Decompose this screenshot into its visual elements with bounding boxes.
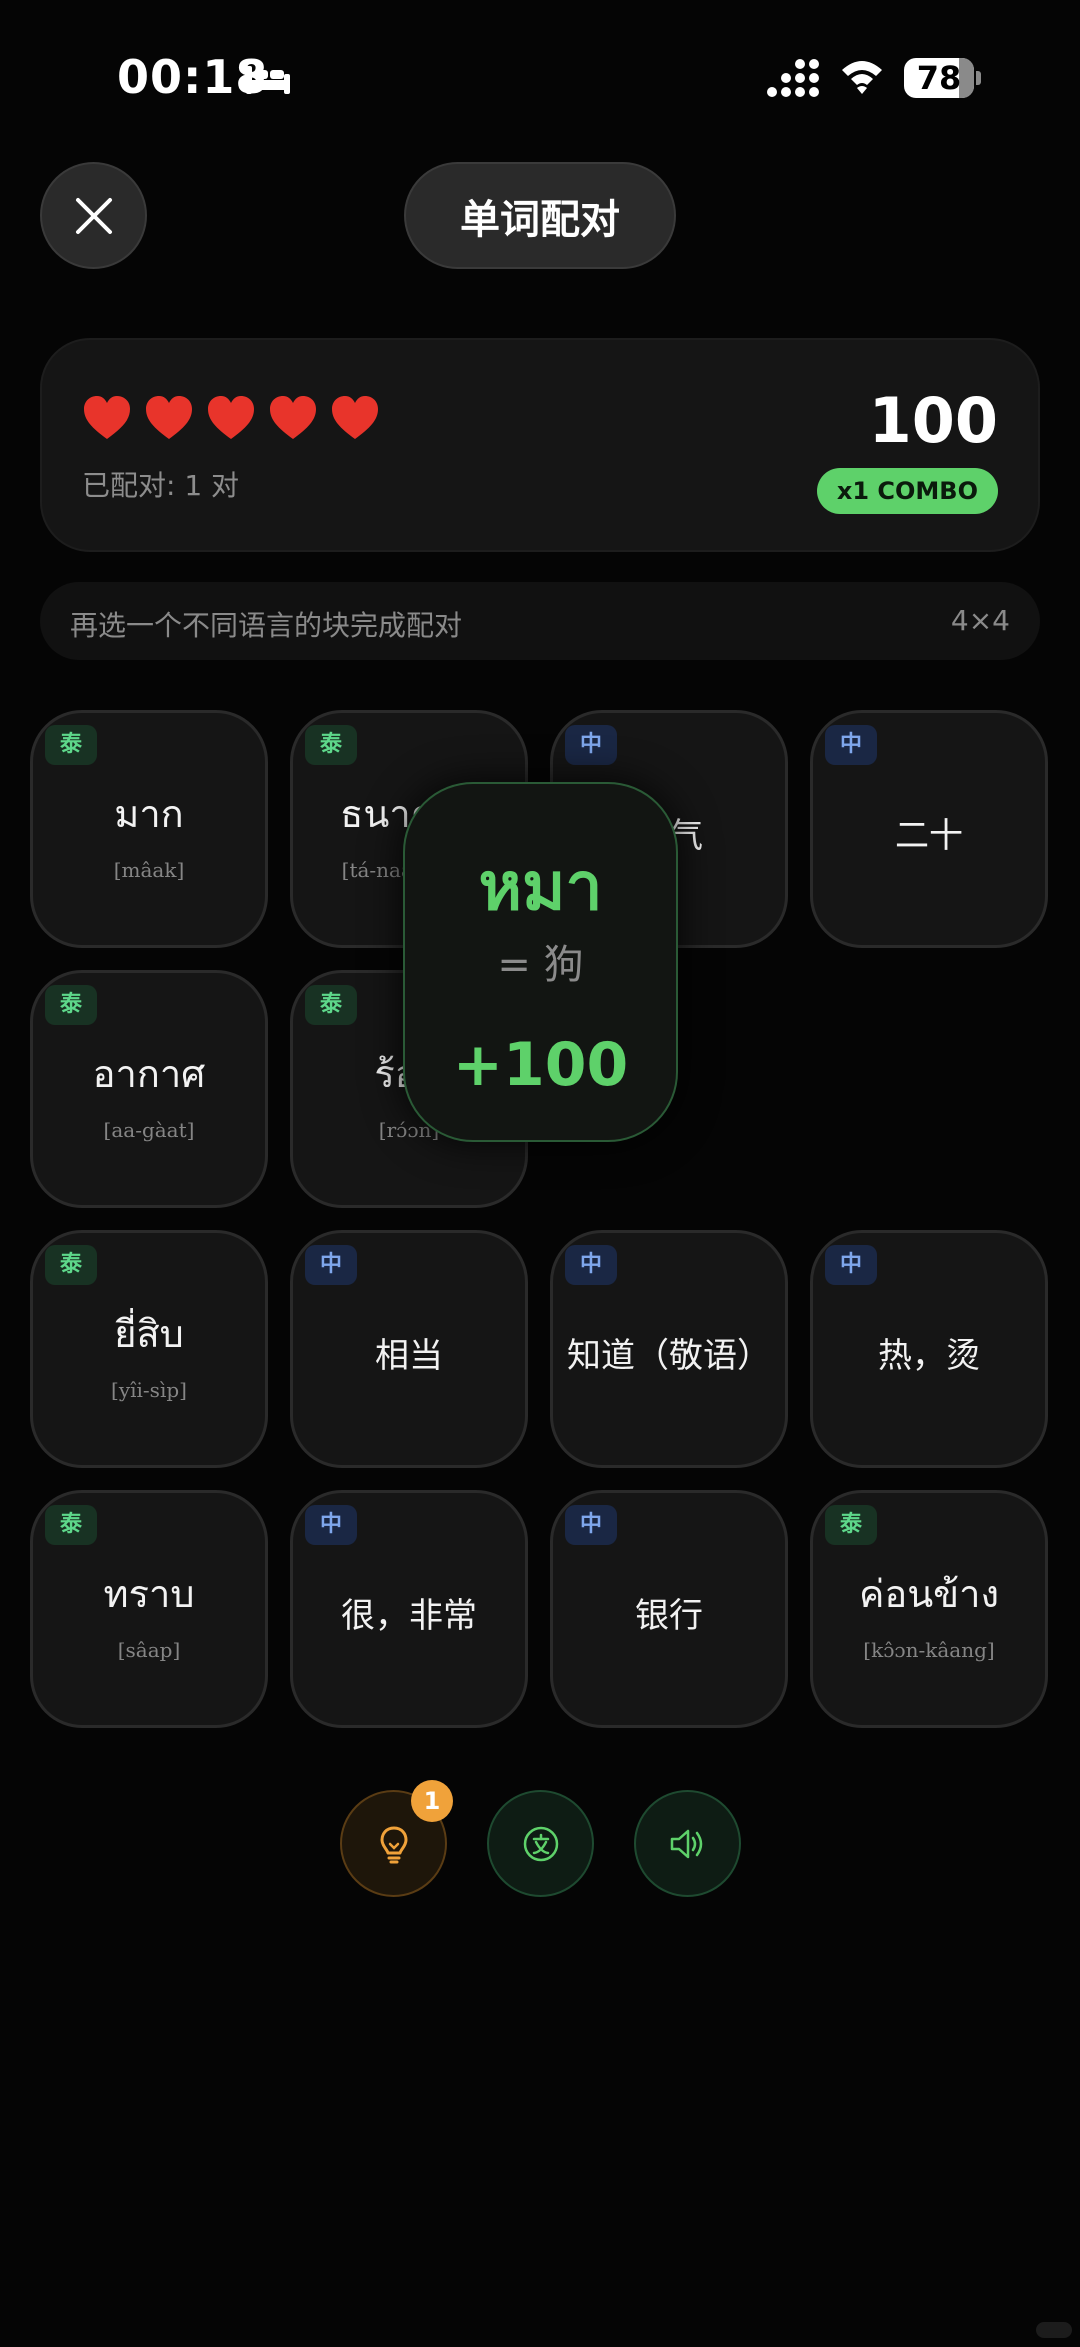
tile-word: 知道（敬语）	[567, 1335, 771, 1376]
bed-icon	[246, 66, 290, 94]
tile-word: 热，烫	[878, 1335, 980, 1376]
word-tile[interactable]: 中 二十	[810, 710, 1048, 948]
matched-word: หมา	[478, 848, 603, 925]
translate-icon	[523, 1826, 558, 1861]
tile-romanization: [sâap]	[117, 1637, 181, 1662]
word-tile[interactable]: 泰 ค่อนข้าง [kɔ̂ɔn-kâang]	[810, 1490, 1048, 1728]
instruction-bar: 再选一个不同语言的块完成配对 4×4	[40, 582, 1040, 660]
word-tile[interactable]: 中 很，非常	[290, 1490, 528, 1728]
lives-hearts	[82, 395, 380, 441]
word-tile[interactable]: 中 知道（敬语）	[550, 1230, 788, 1468]
combo-badge: x1 COMBO	[816, 468, 998, 514]
tile-romanization: [aa-gàat]	[103, 1117, 195, 1142]
tile-word: ค่อนข้าง	[858, 1571, 1000, 1616]
home-indicator	[1036, 2322, 1072, 2338]
tile-word: อากาศ	[92, 1051, 206, 1096]
status-bar: 00:18 78	[0, 0, 1080, 160]
heart-icon	[270, 396, 316, 439]
tile-romanization: [kɔ̂ɔn-kâang]	[863, 1637, 995, 1662]
word-tile[interactable]: 中 相当	[290, 1230, 528, 1468]
grid-size-label: 4×4	[950, 604, 1010, 637]
tile-word: 银行	[635, 1595, 703, 1636]
close-icon	[75, 197, 112, 234]
word-tile[interactable]: 泰 ทราบ [sâap]	[30, 1490, 268, 1728]
heart-icon	[332, 396, 378, 439]
sound-button[interactable]	[634, 1790, 741, 1897]
tile-romanization: [mâak]	[113, 857, 185, 882]
battery-body: 78	[904, 58, 974, 98]
word-tile[interactable]: 泰 ยี่สิบ [yîi-sìp]	[30, 1230, 268, 1468]
instruction-text: 再选一个不同语言的块完成配对	[70, 609, 463, 642]
battery-percent: 78	[916, 59, 962, 97]
tile-word: 很，非常	[341, 1595, 477, 1636]
tile-word: ทราบ	[103, 1571, 195, 1616]
battery-tip	[976, 71, 981, 85]
heart-icon	[84, 396, 130, 439]
translate-button[interactable]	[487, 1790, 594, 1897]
tile-word: มาก	[114, 791, 184, 836]
hint-count-badge: 1	[411, 1780, 453, 1822]
tile-word: ยี่สิบ	[114, 1311, 184, 1356]
word-tile[interactable]: 中 热，烫	[810, 1230, 1048, 1468]
close-button[interactable]	[40, 162, 147, 269]
wifi-icon	[842, 61, 882, 94]
match-result-popup: หมา = 狗 +100	[403, 782, 678, 1142]
cellular-signal-icon	[767, 59, 819, 97]
page-title: 单词配对	[404, 162, 676, 269]
score-value: 100	[868, 384, 998, 457]
lightbulb-icon	[380, 1826, 407, 1863]
tile-word: 二十	[895, 815, 963, 856]
matched-translation: = 狗	[497, 942, 584, 988]
score-card: 已配对: 1 对 100 x1 COMBO	[40, 338, 1040, 552]
word-tile[interactable]: 泰 อากาศ [aa-gàat]	[30, 970, 268, 1208]
tile-romanization: [yîi-sìp]	[111, 1377, 187, 1402]
points-awarded: +100	[452, 1030, 629, 1100]
heart-icon	[146, 396, 192, 439]
battery-indicator: 78	[904, 58, 982, 98]
word-tile[interactable]: 中 银行	[550, 1490, 788, 1728]
heart-icon	[208, 396, 254, 439]
speaker-icon	[670, 1829, 702, 1858]
word-tile[interactable]: 泰 มาก [mâak]	[30, 710, 268, 948]
pairs-matched-label: 已配对: 1 对	[82, 469, 240, 502]
tile-word: 相当	[375, 1335, 443, 1376]
